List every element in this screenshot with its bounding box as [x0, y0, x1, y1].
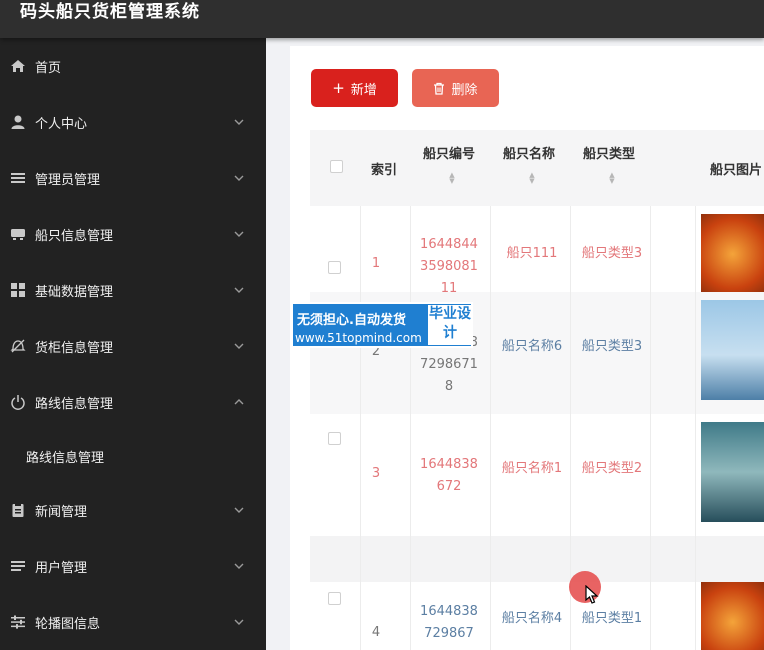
chevron-down-icon [234, 287, 244, 293]
column-divider [360, 206, 361, 650]
chevron-down-icon [234, 619, 244, 625]
watermark-banner: 无须担心.自动发货 www.51topmind.com 毕业设计 [291, 302, 473, 348]
watermark-line1: 无须担心.自动发货 [297, 313, 406, 328]
sidebar-item-carousel[interactable]: 轮播图信息 [0, 594, 266, 650]
sidebar-item-label: 新闻管理 [35, 504, 88, 520]
sort-icon[interactable]: ▲ ▼ [447, 172, 457, 185]
sort-icon[interactable]: ▲ ▼ [607, 172, 617, 185]
row-code: 1644838729867 [420, 604, 478, 641]
watermark-line2: www.51topmind.com [295, 331, 422, 345]
ship-image[interactable] [701, 422, 764, 522]
row-checkbox[interactable] [328, 592, 341, 605]
ship-icon [11, 229, 25, 240]
row-index: 3 [371, 466, 381, 481]
row-index: 1 [371, 256, 381, 271]
sidebar: 首页 个人中心 管理员管理 船只信息管理 基础数据管理 货柜信息管理 路线信息管… [0, 38, 266, 650]
add-button[interactable]: + 新增 [311, 69, 398, 107]
add-button-label: 新增 [350, 82, 377, 98]
column-divider [650, 206, 651, 650]
sidebar-item-label: 管理员管理 [35, 172, 101, 188]
row-type: 船只类型2 [581, 461, 643, 476]
row-name: 船只名称1 [501, 461, 563, 476]
chevron-down-icon [234, 231, 244, 237]
mouse-cursor-icon [585, 585, 599, 604]
sidebar-item-ship-info[interactable]: 船只信息管理 [0, 206, 266, 262]
chevron-down-icon [234, 563, 244, 569]
clipboard-icon [12, 503, 24, 517]
sidebar-item-label: 轮播图信息 [35, 616, 101, 632]
container-icon [10, 339, 26, 353]
row-code: 1644838672 [420, 457, 478, 494]
chevron-down-icon [234, 343, 244, 349]
column-divider [490, 206, 491, 650]
sidebar-item-label: 基础数据管理 [35, 284, 114, 300]
sidebar-item-label: 用户管理 [35, 560, 88, 576]
users-list-icon [11, 561, 25, 571]
sidebar-item-admin[interactable]: 管理员管理 [0, 150, 266, 206]
sidebar-item-label: 个人中心 [35, 116, 88, 132]
chevron-up-icon [234, 399, 244, 405]
watermark-badge: 毕业设计 [428, 305, 472, 345]
row-type: 船只类型3 [581, 246, 643, 261]
table-header: 索引 船只编号 ▲ ▼ 船只名称 ▲ ▼ 船只类型 ▲ ▼ 船只图片 [310, 130, 764, 206]
home-icon [11, 60, 25, 72]
sidebar-item-home[interactable]: 首页 [0, 38, 266, 94]
sidebar-item-route-info[interactable]: 路线信息管理 [0, 374, 266, 430]
sidebar-item-label: 路线信息管理 [26, 450, 105, 466]
trash-icon [434, 82, 445, 95]
sidebar-item-base-data[interactable]: 基础数据管理 [0, 262, 266, 318]
row-checkbox[interactable] [328, 432, 341, 445]
sidebar-item-profile[interactable]: 个人中心 [0, 94, 266, 150]
select-all-checkbox[interactable] [330, 160, 343, 173]
chevron-down-icon [234, 119, 244, 125]
column-divider [410, 206, 411, 650]
row-name: 船只111 [506, 246, 558, 261]
sidebar-subitem-route-info[interactable]: 路线信息管理 [0, 428, 266, 484]
sidebar-item-label: 路线信息管理 [35, 396, 114, 412]
row-type: 船只类型1 [581, 611, 643, 626]
delete-button-label: 删除 [451, 82, 478, 98]
top-bar: 码头船只货柜管理系统 [0, 0, 764, 38]
sidebar-item-news[interactable]: 新闻管理 [0, 482, 266, 538]
row-index: 4 [371, 625, 381, 640]
sidebar-item-users[interactable]: 用户管理 [0, 538, 266, 594]
ship-image[interactable] [701, 582, 764, 650]
content-panel: + 新增 删除 索引 船只编号 ▲ ▼ 船只名称 ▲ ▼ 船只类型 ▲ ▼ 船只… [290, 46, 764, 650]
row-checkbox[interactable] [328, 261, 341, 274]
ship-table: 索引 船只编号 ▲ ▼ 船只名称 ▲ ▼ 船只类型 ▲ ▼ 船只图片 1 164… [310, 130, 764, 650]
ship-image[interactable] [701, 300, 764, 400]
user-icon [11, 115, 25, 129]
plus-icon: + [332, 78, 345, 97]
sidebar-item-label: 货柜信息管理 [35, 340, 114, 356]
row-code: 1644844359808111 [420, 237, 478, 296]
sidebar-item-container-info[interactable]: 货柜信息管理 [0, 318, 266, 374]
chevron-down-icon [234, 175, 244, 181]
column-divider [695, 206, 696, 650]
sliders-icon [11, 615, 25, 629]
chevron-down-icon [234, 507, 244, 513]
row-name: 船只名称4 [501, 611, 563, 626]
power-icon [11, 395, 25, 410]
app-title: 码头船只货柜管理系统 [20, 2, 200, 22]
row-name: 船只名称6 [501, 339, 563, 354]
sidebar-item-label: 船只信息管理 [35, 228, 114, 244]
delete-button[interactable]: 删除 [412, 69, 499, 107]
list-icon [11, 173, 25, 183]
grid-icon [11, 283, 25, 297]
sidebar-item-label: 首页 [35, 60, 62, 76]
row-type: 船只类型3 [581, 339, 643, 354]
sort-icon[interactable]: ▲ ▼ [527, 172, 537, 185]
